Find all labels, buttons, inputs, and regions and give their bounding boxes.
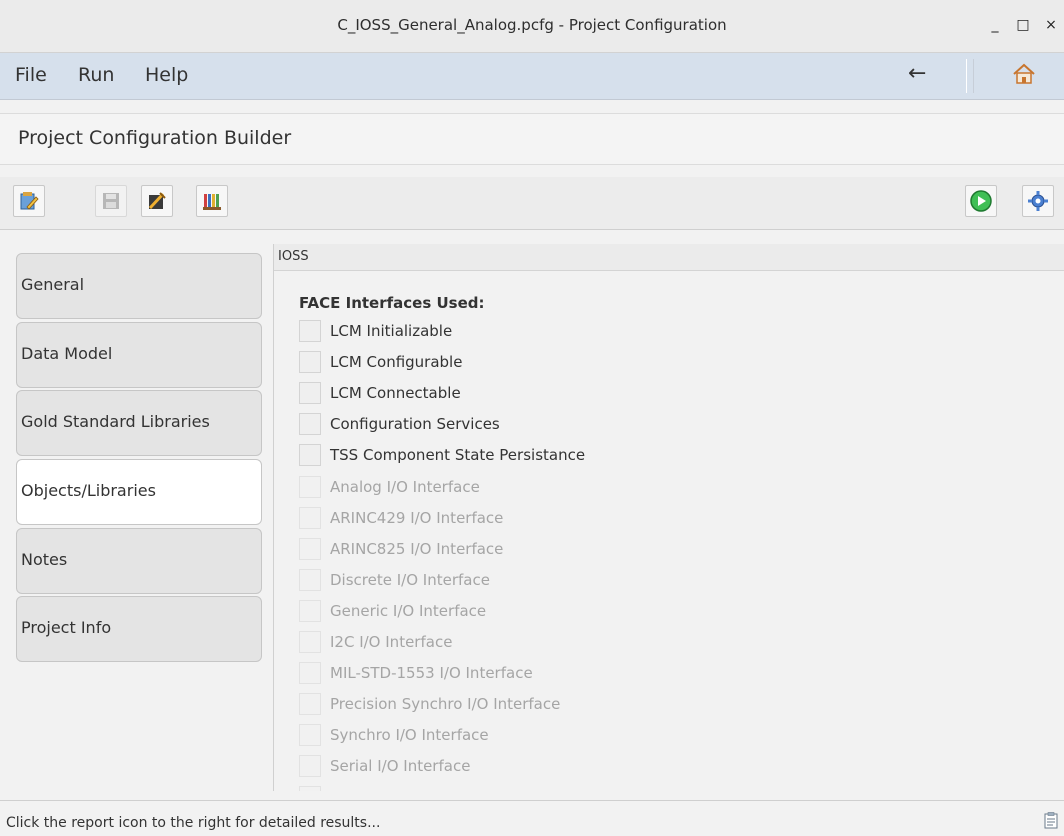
minimize-button[interactable]: _ [984, 14, 1006, 36]
checkbox[interactable] [299, 351, 321, 373]
checkbox-label: ARINC825 I/O Interface [330, 540, 504, 558]
checkbox [299, 755, 321, 777]
save-icon[interactable] [95, 185, 127, 217]
sidebar-item-project-info[interactable]: Project Info [16, 596, 262, 662]
menu-run[interactable]: Run [78, 64, 114, 86]
close-button[interactable]: × [1040, 14, 1062, 36]
menu-file[interactable]: File [15, 64, 47, 86]
menu-separator [966, 59, 974, 93]
checkbox-label: Precision Synchro I/O Interface [330, 695, 561, 713]
page-title: Project Configuration Builder [18, 127, 292, 149]
sidebar-item-objects-libraries[interactable]: Objects/Libraries [16, 459, 262, 525]
checkbox-label: Analog I/O Interface [330, 478, 480, 496]
checkbox-label: LCM Initializable [330, 322, 453, 340]
checkbox-label: Configuration Services [330, 415, 500, 433]
checkbox[interactable] [299, 413, 321, 435]
home-icon[interactable] [1012, 63, 1036, 89]
sidebar-item-label: Project Info [21, 618, 112, 637]
sidebar-item-general[interactable]: General [16, 253, 262, 319]
toolbar [0, 177, 1064, 230]
ioss-panel: IOSS FACE Interfaces Used: LCM Initializ… [273, 244, 1064, 791]
checkbox [299, 600, 321, 622]
checkbox [299, 507, 321, 529]
checkbox-label: Synchro I/O Interface [330, 726, 489, 744]
panel-body[interactable]: FACE Interfaces Used: LCM Initializable … [274, 271, 1064, 791]
checkbox-label: Discrete I/O Interface [330, 571, 490, 589]
checkbox [299, 662, 321, 684]
checkbox [299, 538, 321, 560]
checkbox-label: MIL-STD-1553 I/O Interface [330, 664, 533, 682]
sidebar-item-notes[interactable]: Notes [16, 528, 262, 594]
checkbox [299, 786, 321, 791]
sidebar-item-label: General [21, 275, 85, 294]
sidebar-item-label: Data Model [21, 344, 113, 363]
section-title: FACE Interfaces Used: [299, 294, 485, 312]
panel-header: IOSS [274, 244, 1064, 271]
report-icon[interactable] [1044, 812, 1058, 833]
sidebar-item-label: Notes [21, 550, 68, 569]
settings-icon[interactable] [1022, 185, 1054, 217]
edit-icon[interactable] [13, 185, 45, 217]
statusbar: Click the report icon to the right for d… [0, 800, 1064, 836]
window-titlebar: C_IOSS_General_Analog.pcfg - Project Con… [0, 0, 1064, 53]
maximize-button[interactable]: □ [1012, 14, 1034, 36]
run-icon[interactable] [965, 185, 997, 217]
checkbox [299, 476, 321, 498]
checkbox-label: LCM Connectable [330, 384, 461, 402]
checkbox[interactable] [299, 444, 321, 466]
sidebar-item-label: Objects/Libraries [21, 481, 156, 500]
page-header: Project Configuration Builder [0, 113, 1064, 165]
sidebar-item-label: Gold Standard Libraries [21, 412, 210, 431]
menu-help[interactable]: Help [145, 64, 188, 86]
checkbox[interactable] [299, 382, 321, 404]
checkbox-label: ARINC429 I/O Interface [330, 509, 504, 527]
checkbox [299, 569, 321, 591]
back-arrow-icon[interactable]: ← [908, 61, 926, 86]
window-title: C_IOSS_General_Analog.pcfg - Project Con… [337, 16, 727, 34]
checkbox [299, 631, 321, 653]
checkbox[interactable] [299, 320, 321, 342]
status-message: Click the report icon to the right for d… [6, 815, 381, 831]
checkbox [299, 724, 321, 746]
panel-header-label: IOSS [278, 249, 309, 264]
menubar: File Run Help ← [0, 53, 1064, 100]
library-icon[interactable] [196, 185, 228, 217]
wizard-icon[interactable] [141, 185, 173, 217]
sidebar-item-gold-standard-libraries[interactable]: Gold Standard Libraries [16, 390, 262, 456]
checkbox-label: TSS Component State Persistance [330, 446, 586, 464]
sidebar-item-data-model[interactable]: Data Model [16, 322, 262, 388]
checkbox-label: I2C I/O Interface [330, 633, 453, 651]
checkbox [299, 693, 321, 715]
checkbox-label: Generic I/O Interface [330, 602, 487, 620]
checkbox-label: LCM Configurable [330, 353, 463, 371]
checkbox-label: Serial I/O Interface [330, 757, 471, 775]
